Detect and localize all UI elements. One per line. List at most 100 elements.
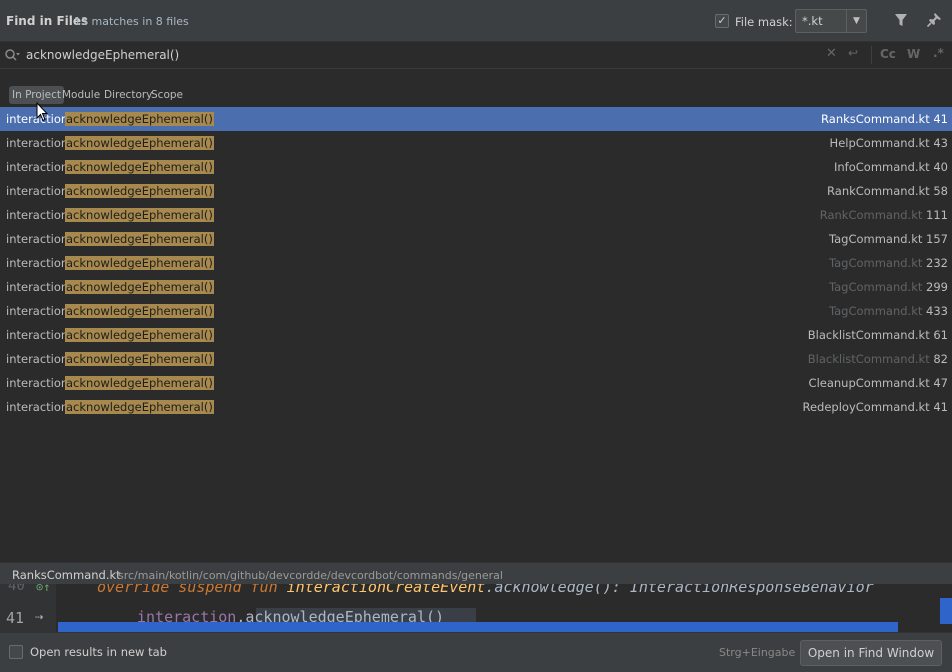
result-file-location: InfoCommand.kt 40 <box>834 155 948 179</box>
file-mask-label: File mask: <box>735 15 793 29</box>
result-file-name: RankCommand.kt <box>827 184 930 198</box>
code-token: interactionCreateEvent <box>286 584 486 596</box>
code-preview[interactable]: 40 ⊙↑ 41 ⇢ override suspend fun interact… <box>0 584 952 632</box>
result-file-location: TagCommand.kt 157 <box>829 227 948 251</box>
result-prefix: interaction. <box>6 208 72 222</box>
result-row[interactable]: interaction. acknowledgeEphemeral() Blackl… <box>0 323 952 347</box>
code-token: override suspend fun <box>97 584 287 596</box>
result-prefix: interaction. <box>6 184 72 198</box>
result-row[interactable]: interaction. acknowledgeEphemeral() RankCo… <box>0 203 952 227</box>
result-row[interactable]: interaction. acknowledgeEphemeral() RankCo… <box>0 179 952 203</box>
result-row[interactable]: interaction. acknowledgeEphemeral() TagCom… <box>0 227 952 251</box>
result-row[interactable]: interaction. acknowledgeEphemeral() Blackl… <box>0 347 952 371</box>
result-row[interactable]: interaction. acknowledgeEphemeral() Redepl… <box>0 395 952 419</box>
result-row[interactable]: interaction. acknowledgeEphemeral() TagCom… <box>0 251 952 275</box>
result-prefix: interaction. <box>6 256 72 270</box>
result-row[interactable]: interaction. acknowledgeEphemeral() RanksC… <box>0 107 952 131</box>
result-prefix: interaction. <box>6 328 72 342</box>
result-row[interactable]: interaction. acknowledgeEphemeral() Cleanu… <box>0 371 952 395</box>
result-file-location: TagCommand.kt 232 <box>829 251 948 275</box>
suspend-call-icon[interactable]: ⇢ <box>35 609 43 625</box>
result-line-number: 47 <box>933 376 948 390</box>
search-input[interactable]: acknowledgeEphemeral() <box>26 48 179 62</box>
vertical-scrollbar[interactable] <box>940 598 952 624</box>
line-number: 40 <box>8 584 25 594</box>
result-file-location: BlacklistCommand.kt 82 <box>808 347 948 371</box>
result-match: acknowledgeEphemeral() <box>65 232 214 246</box>
preview-header: RanksCommand.kt src/main/kotlin/com/gith… <box>0 562 952 584</box>
result-row[interactable]: interaction. acknowledgeEphemeral() TagCom… <box>0 299 952 323</box>
result-file-location: TagCommand.kt 433 <box>829 299 948 323</box>
result-line-number: 40 <box>933 160 948 174</box>
result-prefix: interaction. <box>6 232 72 246</box>
result-prefix: interaction. <box>6 280 72 294</box>
result-row[interactable]: interaction. acknowledgeEphemeral() TagCom… <box>0 275 952 299</box>
pin-icon[interactable] <box>926 12 942 28</box>
horizontal-scrollbar[interactable] <box>58 622 898 632</box>
result-row[interactable]: interaction. acknowledgeEphemeral() HelpCo… <box>0 131 952 155</box>
result-file-location: RankCommand.kt 111 <box>820 203 948 227</box>
tab-scope[interactable]: Scope <box>148 86 186 104</box>
result-prefix: interaction. <box>6 376 72 390</box>
result-file-name: BlacklistCommand.kt <box>807 328 930 342</box>
file-mask-value[interactable]: *.kt <box>802 14 823 28</box>
result-file-name: RanksCommand.kt <box>821 112 930 126</box>
match-count: 13 matches in 8 files <box>74 15 189 28</box>
code-line: override suspend fun interactionCreateEv… <box>97 584 874 596</box>
result-file-location: HelpCommand.kt 43 <box>830 131 948 155</box>
result-file-name: RankCommand.kt <box>819 208 923 222</box>
match-case-toggle[interactable]: Cc <box>880 47 896 61</box>
editor-gutter: 40 ⊙↑ 41 ⇢ <box>0 584 56 632</box>
open-new-tab-label[interactable]: Open results in new tab <box>30 645 167 659</box>
result-match: acknowledgeEphemeral() <box>65 112 214 126</box>
result-file-name: BlacklistCommand.kt <box>807 352 930 366</box>
result-prefix: interaction. <box>6 160 72 174</box>
open-new-tab-checkbox[interactable] <box>9 645 23 659</box>
shortcut-hint: Strg+Eingabe <box>719 646 796 659</box>
result-match: acknowledgeEphemeral() <box>65 328 214 342</box>
result-file-name: HelpCommand.kt <box>829 136 930 150</box>
dialog-footer: Open results in new tab Strg+Eingabe Ope… <box>0 632 952 672</box>
regex-toggle[interactable]: .* <box>933 46 944 60</box>
result-match: acknowledgeEphemeral() <box>65 280 214 294</box>
result-match: acknowledgeEphemeral() <box>65 400 214 414</box>
search-bar: acknowledgeEphemeral() ✕ ↩ Cc W .* <box>0 42 952 69</box>
result-file-location: CleanupCommand.kt 47 <box>809 371 948 395</box>
result-file-name: CleanupCommand.kt <box>808 376 930 390</box>
code-token: InteractionResponseBehavior <box>629 584 874 596</box>
result-line-number: 61 <box>933 328 948 342</box>
code-token: acknowledge <box>494 584 594 596</box>
new-line-icon[interactable]: ↩ <box>848 46 858 60</box>
chevron-down-icon[interactable]: ▼ <box>846 10 866 32</box>
result-file-location: RanksCommand.kt 41 <box>821 107 948 131</box>
line-number: 41 <box>6 609 25 627</box>
tab-module[interactable]: Module <box>59 86 103 104</box>
filter-icon[interactable] <box>893 12 909 28</box>
result-match: acknowledgeEphemeral() <box>65 184 214 198</box>
result-file-name: TagCommand.kt <box>828 304 923 318</box>
result-match: acknowledgeEphemeral() <box>65 136 214 150</box>
search-history-icon[interactable] <box>4 48 20 62</box>
result-line-number: 43 <box>933 136 948 150</box>
result-file-name: TagCommand.kt <box>828 256 923 270</box>
result-match: acknowledgeEphemeral() <box>65 160 214 174</box>
result-line-number: 111 <box>926 208 948 222</box>
result-file-location: RankCommand.kt 58 <box>827 179 948 203</box>
result-row[interactable]: interaction. acknowledgeEphemeral() InfoCo… <box>0 155 952 179</box>
result-file-location: TagCommand.kt 299 <box>829 275 948 299</box>
result-prefix: interaction. <box>6 136 72 150</box>
result-match: acknowledgeEphemeral() <box>65 208 214 222</box>
result-line-number: 41 <box>933 112 948 126</box>
override-marker-icon[interactable]: ⊙↑ <box>36 584 50 594</box>
result-file-location: RedeployCommand.kt 41 <box>803 395 949 419</box>
result-prefix: interaction. <box>6 400 72 414</box>
file-mask-combobox[interactable]: *.kt ▼ <box>795 9 867 33</box>
toolbar-separator <box>871 46 872 64</box>
open-in-find-window-button[interactable]: Open in Find Window <box>800 640 942 666</box>
clear-icon[interactable]: ✕ <box>826 46 837 61</box>
whole-words-toggle[interactable]: W <box>907 47 920 61</box>
result-file-name: TagCommand.kt <box>828 280 923 294</box>
result-match: acknowledgeEphemeral() <box>65 376 214 390</box>
file-mask-checkbox[interactable]: ✓ <box>715 14 729 28</box>
result-match: acknowledgeEphemeral() <box>65 304 214 318</box>
